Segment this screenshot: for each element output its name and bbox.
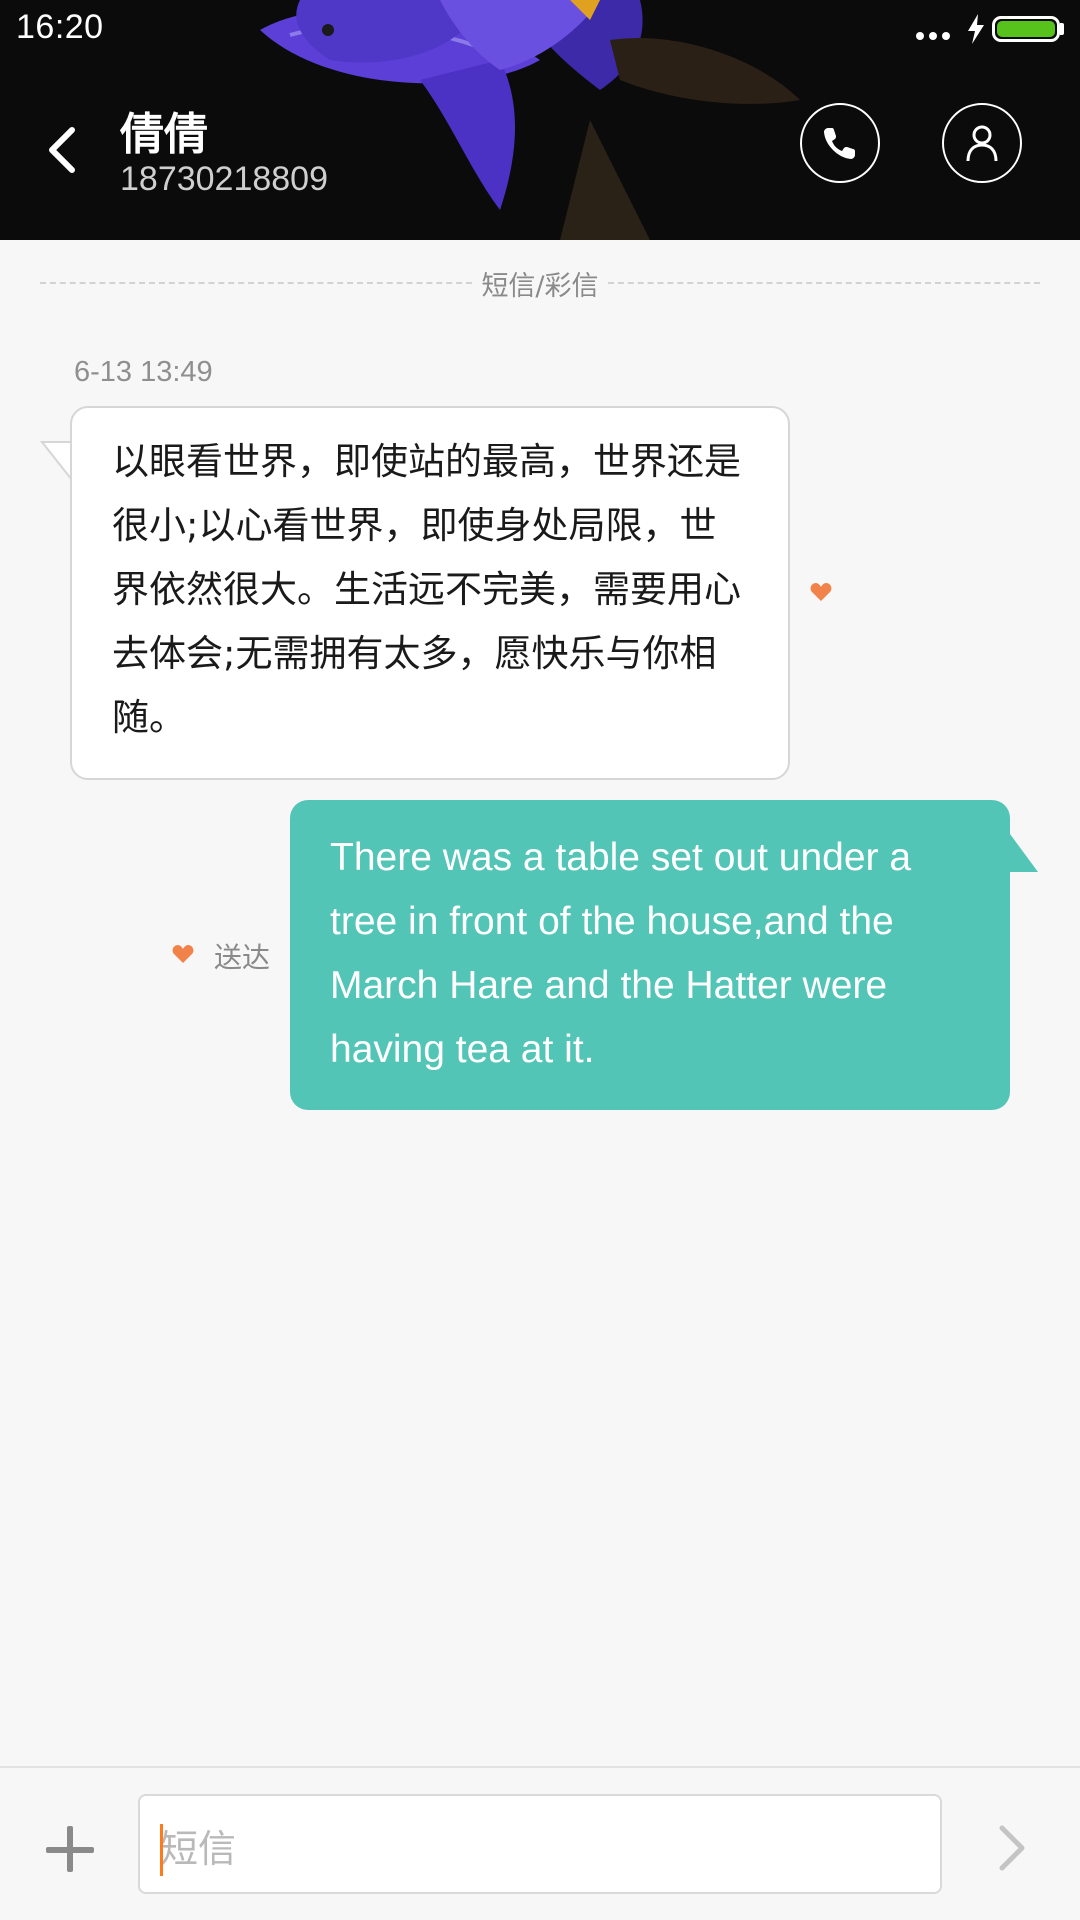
message-input[interactable]: 短信 [138,1794,942,1894]
text-caret [160,1824,163,1876]
heart-icon [172,945,194,963]
incoming-message-text: 以眼看世界，即使站的最高，世界还是很小;以心看世界，即使身处局限，世界依然很大。… [112,440,741,739]
call-button[interactable] [800,103,880,183]
back-arrow-icon[interactable] [38,118,94,182]
contact-number: 18730218809 [120,160,329,198]
delivery-status: 送达 [214,941,271,974]
plus-icon[interactable] [46,1824,98,1876]
input-placeholder: 短信 [160,1827,237,1871]
message-timestamp: 6-13 13:49 [74,356,213,388]
message-composer: 短信 [0,1766,1080,1920]
outgoing-message-bubble[interactable]: There was a table set out under a tree i… [290,800,1010,1110]
battery-level-fill [997,21,1055,37]
contact-info-button[interactable] [942,103,1022,183]
incoming-message-bubble[interactable]: 以眼看世界，即使站的最高，世界还是很小;以心看世界，即使身处局限，世界依然很大。… [70,406,790,780]
phone-icon [824,128,855,159]
divider-line-right [608,282,1040,284]
conversation-header: 16:20 倩倩 18730218809 [0,0,1080,240]
heart-icon [810,583,832,601]
battery-icon [992,16,1060,42]
more-dots-icon [916,32,952,42]
outgoing-message-text: There was a table set out under a tree i… [330,836,912,1071]
person-icon [966,125,998,162]
send-chevron-icon[interactable] [994,1822,1030,1874]
divider-line-left [40,282,472,284]
battery-tip [1060,23,1064,35]
contact-name: 倩倩 [120,109,208,160]
outgoing-bubble-tail [1000,834,1038,872]
charging-icon [968,14,984,44]
status-time: 16:20 [16,8,104,46]
